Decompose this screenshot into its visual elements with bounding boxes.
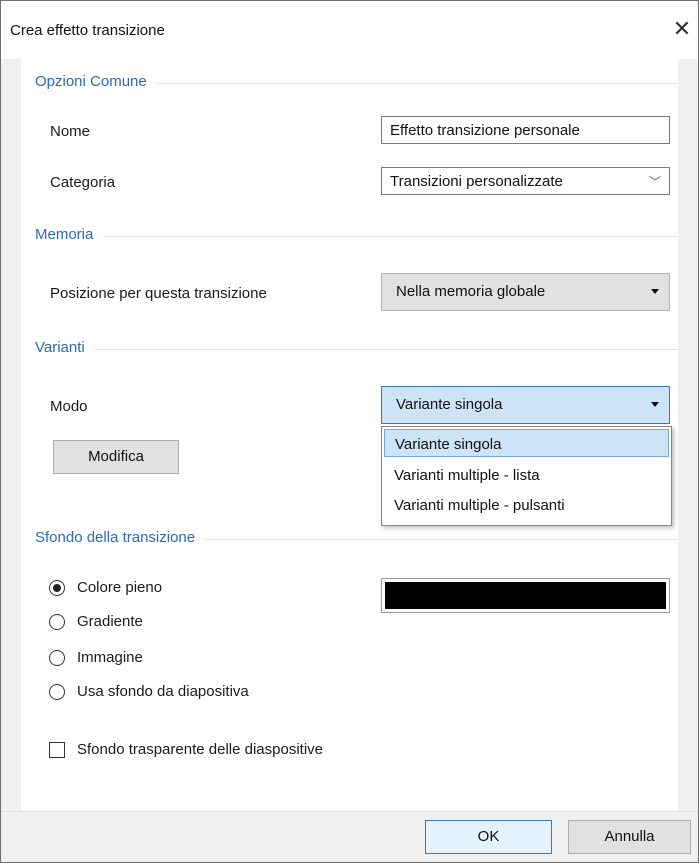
section-common-title: Opzioni Comune bbox=[35, 73, 157, 90]
triangle-down-icon bbox=[651, 402, 659, 407]
title-bar: Crea effetto transizione ✕ bbox=[1, 1, 698, 59]
mode-select[interactable]: Variante singola bbox=[381, 386, 670, 424]
window-title: Crea effetto transizione bbox=[10, 22, 165, 39]
mode-option-multiple-list[interactable]: Varianti multiple - lista bbox=[384, 461, 669, 489]
left-gutter bbox=[1, 59, 21, 812]
edit-button[interactable]: Modifica bbox=[53, 440, 179, 474]
radio-label: Immagine bbox=[77, 649, 143, 666]
mode-label: Modo bbox=[50, 398, 88, 415]
position-select[interactable]: Nella memoria globale bbox=[381, 273, 670, 311]
section-memory-title: Memoria bbox=[35, 226, 104, 243]
button-bar: OK Annulla bbox=[1, 811, 698, 862]
mode-value: Variante singola bbox=[396, 396, 503, 413]
radio-label: Colore pieno bbox=[77, 579, 163, 596]
dialog-window: Crea effetto transizione ✕ Opzioni Comun… bbox=[0, 0, 699, 863]
name-input[interactable]: Effetto transizione personale bbox=[381, 116, 670, 144]
checkbox-label: Sfondo trasparente delle diaspositive bbox=[77, 741, 323, 758]
section-background-title: Sfondo della transizione bbox=[35, 529, 206, 546]
checkbox-control[interactable] bbox=[49, 742, 65, 758]
ok-button[interactable]: OK bbox=[425, 820, 552, 854]
category-label: Categoria bbox=[50, 174, 116, 191]
category-value: Transizioni personalizzate bbox=[390, 173, 563, 190]
section-variants-title: Varianti bbox=[35, 339, 95, 356]
radio-control[interactable] bbox=[49, 684, 65, 700]
chevron-down-icon: ﹀ bbox=[648, 175, 661, 189]
right-gutter bbox=[678, 59, 698, 812]
section-background-header: Sfondo della transizione bbox=[35, 529, 678, 549]
category-select[interactable]: Transizioni personalizzate ﹀ bbox=[381, 167, 670, 195]
mode-option-single[interactable]: Variante singola bbox=[384, 429, 669, 457]
triangle-down-icon bbox=[651, 289, 659, 294]
color-fill bbox=[385, 582, 666, 609]
section-memory-header: Memoria bbox=[35, 226, 678, 246]
section-variants-header: Varianti bbox=[35, 339, 678, 359]
mode-option-multiple-buttons[interactable]: Varianti multiple - pulsanti bbox=[384, 491, 669, 519]
color-picker[interactable] bbox=[381, 578, 670, 613]
position-value: Nella memoria globale bbox=[396, 283, 546, 300]
radio-control[interactable] bbox=[49, 650, 65, 666]
name-label: Nome bbox=[50, 123, 91, 140]
section-common-header: Opzioni Comune bbox=[35, 73, 678, 93]
radio-label: Usa sfondo da diapositiva bbox=[77, 683, 249, 700]
radio-control[interactable] bbox=[49, 580, 65, 596]
radio-control[interactable] bbox=[49, 614, 65, 630]
position-label: Posizione per questa transizione bbox=[50, 285, 267, 302]
cancel-button[interactable]: Annulla bbox=[568, 820, 691, 854]
radio-label: Gradiente bbox=[77, 613, 143, 630]
mode-dropdown-list: Variante singola Varianti multiple - lis… bbox=[381, 426, 672, 526]
close-icon[interactable]: ✕ bbox=[668, 15, 696, 43]
